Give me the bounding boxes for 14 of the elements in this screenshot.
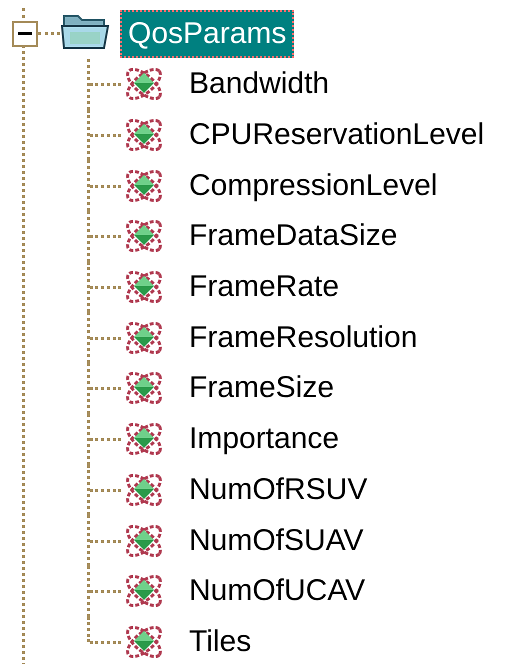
tree-item[interactable]: NumOfRSUV [185, 468, 372, 512]
tree-item[interactable]: NumOfUCAV [185, 569, 370, 614]
tree-item[interactable]: Bandwidth [185, 62, 334, 106]
tree-item[interactable]: Importance [185, 417, 344, 462]
collapse-button[interactable] [12, 20, 38, 46]
tree-item[interactable]: CPUReservationLevel [185, 113, 488, 158]
tree-item[interactable]: FrameRate [185, 265, 344, 310]
tree-item[interactable]: FrameSize [185, 366, 338, 410]
tree-item[interactable]: QosParams [120, 10, 294, 58]
tree-item[interactable]: FrameDataSize [185, 214, 402, 258]
tree-item[interactable]: FrameResolution [185, 316, 422, 360]
tree-item[interactable]: NumOfSUAV [185, 518, 368, 563]
tree-item[interactable]: Tiles [185, 620, 256, 664]
tree-item[interactable]: CompressionLevel [185, 164, 442, 208]
